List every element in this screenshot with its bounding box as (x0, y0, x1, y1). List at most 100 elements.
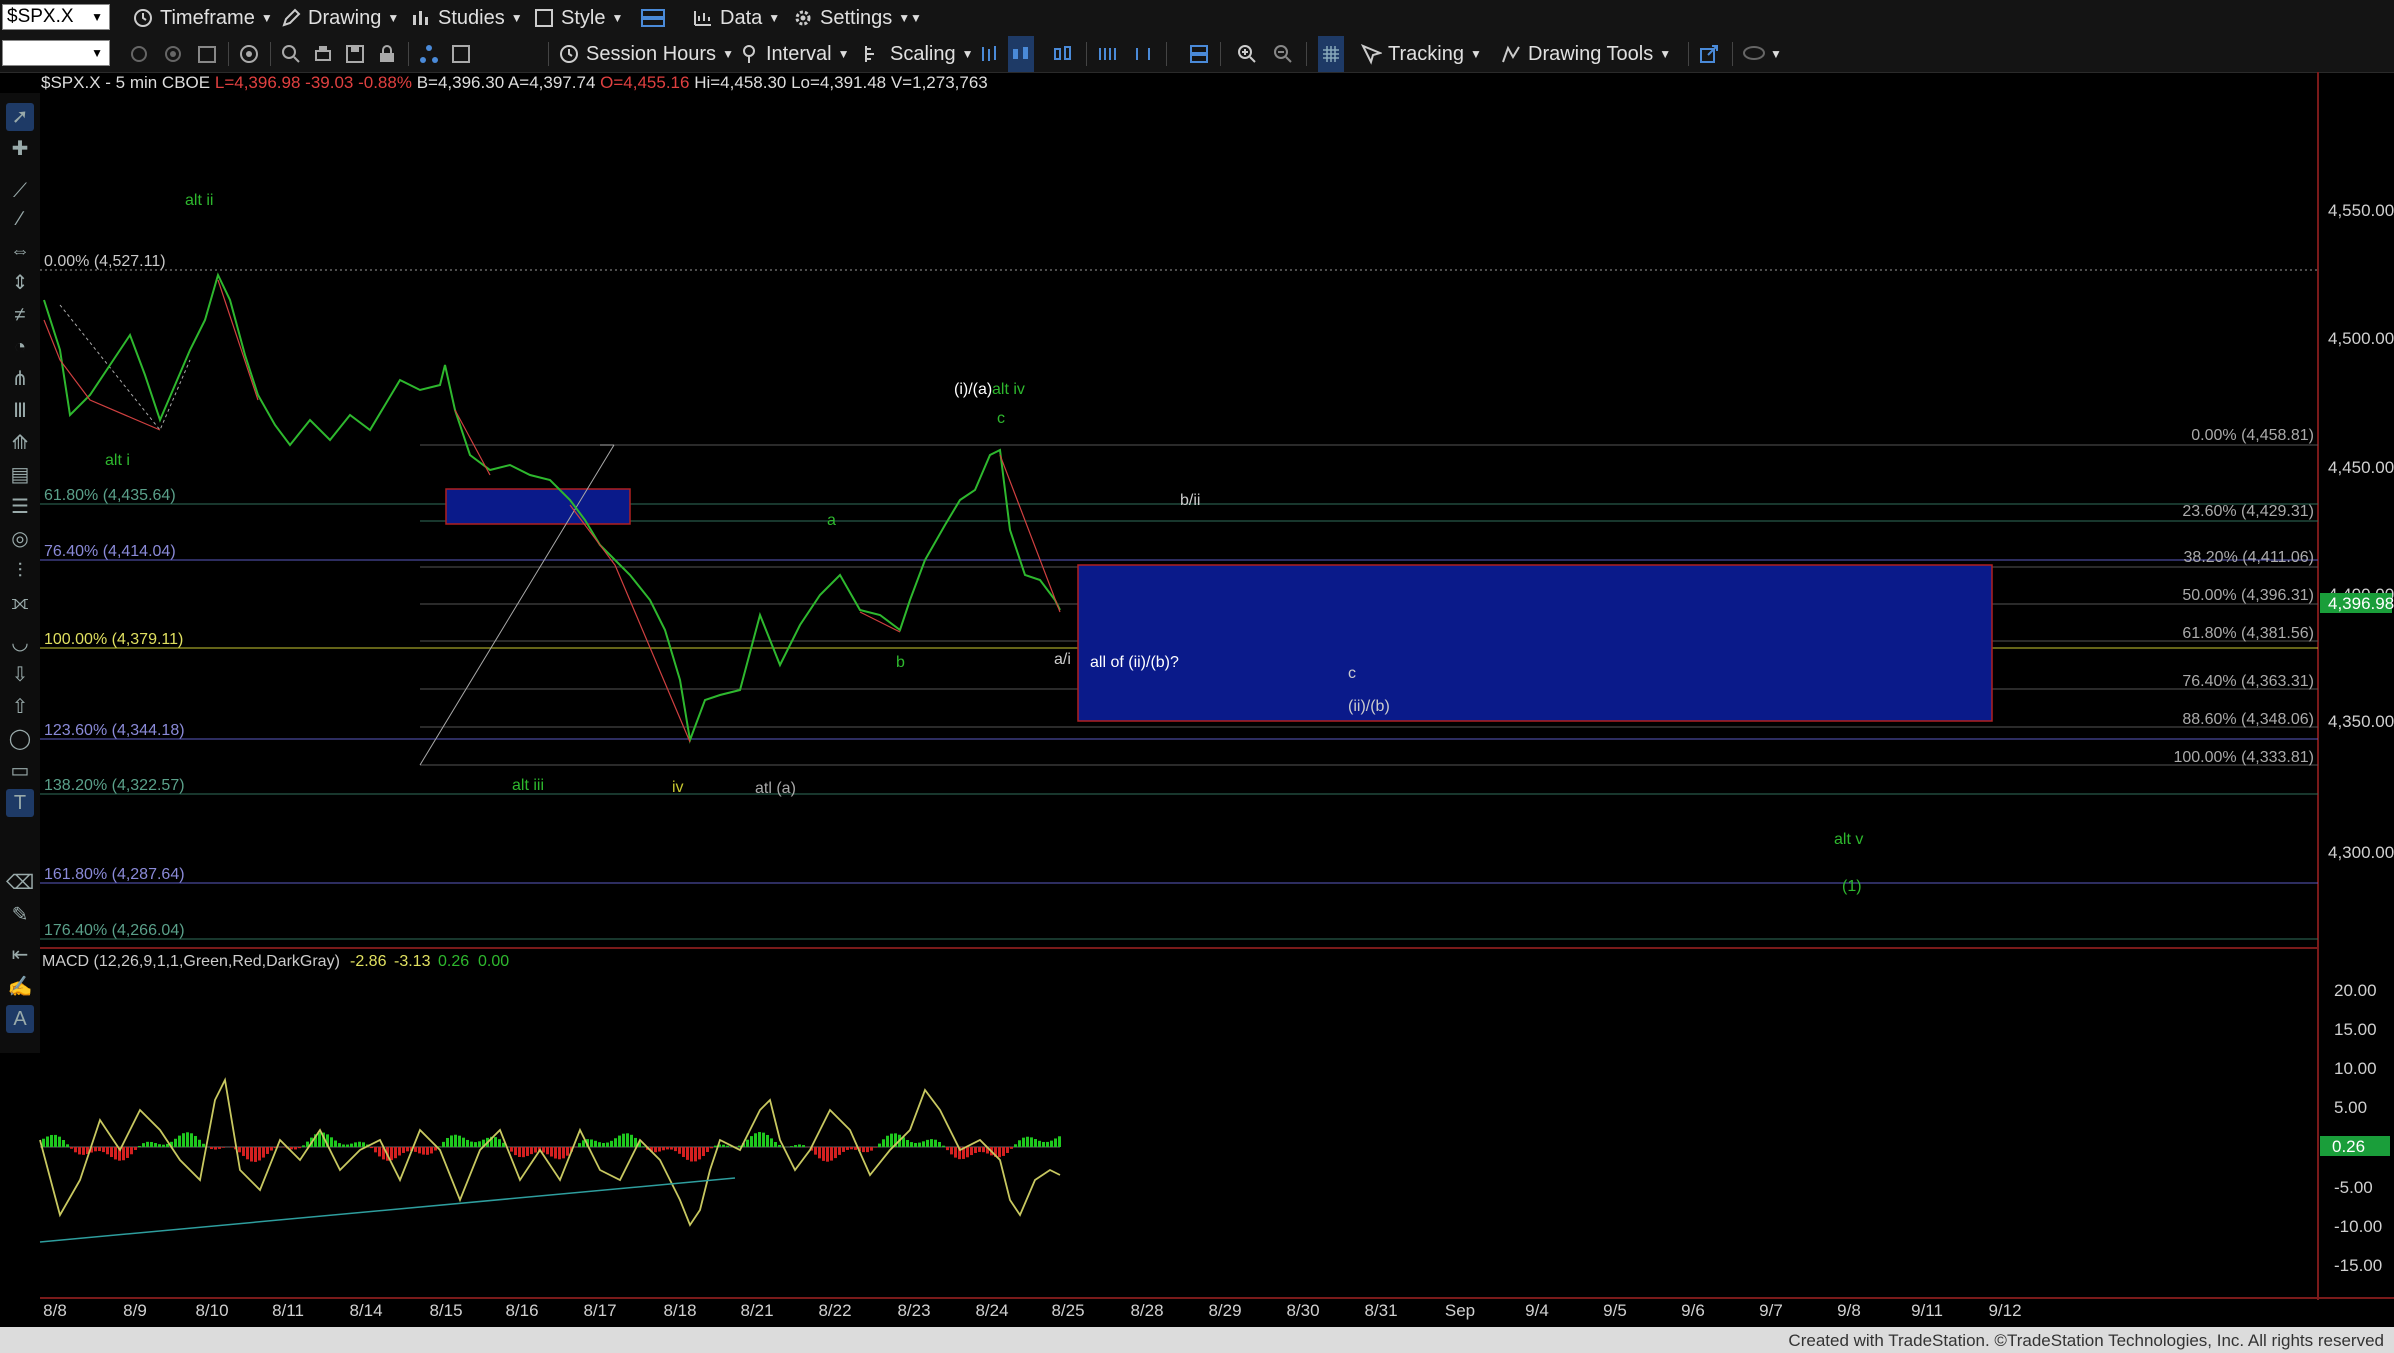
interval-button[interactable]: Interval ▼ (738, 36, 849, 72)
calendar-icon (196, 43, 218, 65)
candle-button[interactable] (1008, 36, 1034, 72)
macd-bar (862, 1147, 865, 1153)
studies-menu[interactable]: Studies ▼ (410, 0, 523, 36)
session-hours-button[interactable]: Session Hours ▼ (558, 36, 734, 72)
search-button[interactable] (280, 36, 302, 72)
macd-bar (626, 1133, 629, 1147)
macd-bar (630, 1134, 633, 1147)
macd-bar (158, 1144, 161, 1147)
macd-bar (82, 1147, 85, 1155)
macd-bar (610, 1140, 613, 1147)
bar-spacing-button[interactable] (1132, 36, 1154, 72)
macd-bar (146, 1141, 149, 1147)
layout-button[interactable] (640, 0, 665, 36)
lock-button[interactable] (376, 36, 398, 72)
macd-bar (370, 1147, 373, 1149)
target-box-large[interactable] (1077, 564, 1993, 722)
settings-menu[interactable]: Settings ▼ (792, 0, 910, 36)
target-box-small[interactable] (445, 488, 631, 525)
macd-bar (354, 1142, 357, 1147)
drawing-tools-button[interactable]: Drawing Tools ▼ (1500, 36, 1671, 72)
price-chart[interactable]: 4,550.00 4,500.00 4,450.00 4,400.00 4,35… (0, 72, 2394, 1327)
zoom-out-button[interactable] (1272, 36, 1294, 72)
chat-button[interactable]: ▼ (1742, 36, 1782, 72)
macd-bar (770, 1138, 773, 1147)
fib-label: 0.00% (4,527.11) (44, 253, 166, 270)
macd-bar (926, 1139, 929, 1147)
macd-bar (402, 1147, 405, 1153)
macd-bar (790, 1146, 793, 1147)
target-button[interactable] (238, 36, 260, 72)
wave-label: iv (672, 779, 684, 796)
symbol-selector[interactable]: $SPX.X ▼ (2, 4, 110, 30)
macd-bar (578, 1143, 581, 1147)
save-button[interactable] (344, 36, 366, 72)
zoom-in-button[interactable] (1236, 36, 1258, 72)
hollow-candle-button[interactable] (1052, 36, 1074, 72)
scaling-icon (862, 43, 884, 65)
macd-pane: MACD (12,26,9,1,1,Green,Red,DarkGray) -2… (39, 953, 2390, 1275)
macd-bar (174, 1138, 177, 1147)
bar-chart-button[interactable] (978, 36, 1000, 72)
export-icon (1698, 43, 1720, 65)
data-menu[interactable]: Data ▼ (692, 0, 780, 36)
macd-value-4: 0.00 (478, 953, 509, 970)
macd-bar (102, 1147, 105, 1153)
bar-width-button[interactable] (1096, 36, 1118, 72)
chevron-down-icon: ▼ (1770, 47, 1782, 61)
style-label: Style (561, 6, 606, 29)
date-tick: 8/31 (1364, 1301, 1397, 1320)
search-icon (280, 43, 302, 65)
macd-bar (778, 1144, 781, 1147)
panes-button[interactable] (1188, 36, 1210, 72)
macd-bar (442, 1141, 445, 1147)
macd-bar (918, 1142, 921, 1147)
target-icon (238, 43, 260, 65)
macd-bar (830, 1147, 833, 1161)
wave-label: c (1348, 665, 1356, 682)
macd-bar (54, 1134, 57, 1147)
date-tick: 8/24 (975, 1301, 1008, 1320)
link-button[interactable] (162, 36, 184, 72)
macd-bar (262, 1147, 265, 1158)
drawing-menu[interactable]: Drawing ▼ (280, 0, 399, 36)
macd-bar (854, 1147, 857, 1150)
macd-bar (1018, 1140, 1021, 1147)
macd-bar (1038, 1140, 1041, 1147)
grid-button[interactable] (1318, 36, 1344, 72)
more-menu[interactable]: ▼ (910, 0, 922, 36)
drawing-tools-label: Drawing Tools (1528, 42, 1654, 65)
wave-label: (i)/(a) (954, 381, 992, 398)
macd-bar (882, 1139, 885, 1147)
drawing-label: Drawing (308, 6, 382, 29)
macd-bar (130, 1147, 133, 1155)
print-button[interactable] (312, 36, 334, 72)
macd-bar (142, 1143, 145, 1147)
macd-bar (378, 1147, 381, 1157)
date-tick: 8/28 (1130, 1301, 1163, 1320)
export-button[interactable] (1698, 36, 1720, 72)
macd-bar (614, 1138, 617, 1147)
timeframe-menu[interactable]: Timeframe ▼ (132, 0, 273, 36)
date-tick: 9/7 (1759, 1301, 1783, 1320)
chevron-down-icon: ▼ (898, 11, 911, 25)
calendar-button[interactable] (196, 36, 218, 72)
tracking-button[interactable]: Tracking ▼ (1360, 36, 1482, 72)
macd-value-2: -3.13 (394, 953, 431, 970)
scaling-button[interactable]: Scaling ▼ (862, 36, 974, 72)
wave-labels: alt ii alt i alt iii iv atl (a) (i)/(a) … (105, 192, 1863, 895)
refresh-button[interactable] (128, 36, 150, 72)
network-icon (418, 43, 440, 65)
layout-icon (640, 7, 665, 29)
macd-bar (1058, 1136, 1061, 1147)
style-menu[interactable]: Style ▼ (533, 0, 623, 36)
macd-bar (682, 1147, 685, 1158)
macd-bar (438, 1146, 441, 1147)
fib-label: 161.80% (4,287.64) (44, 866, 185, 883)
network-button[interactable] (418, 36, 440, 72)
workspace-selector[interactable]: ▼ (2, 40, 110, 66)
macd-bar (1034, 1139, 1037, 1147)
macd-bar (74, 1147, 77, 1153)
macd-bar (678, 1147, 681, 1154)
window-button[interactable] (450, 36, 472, 72)
